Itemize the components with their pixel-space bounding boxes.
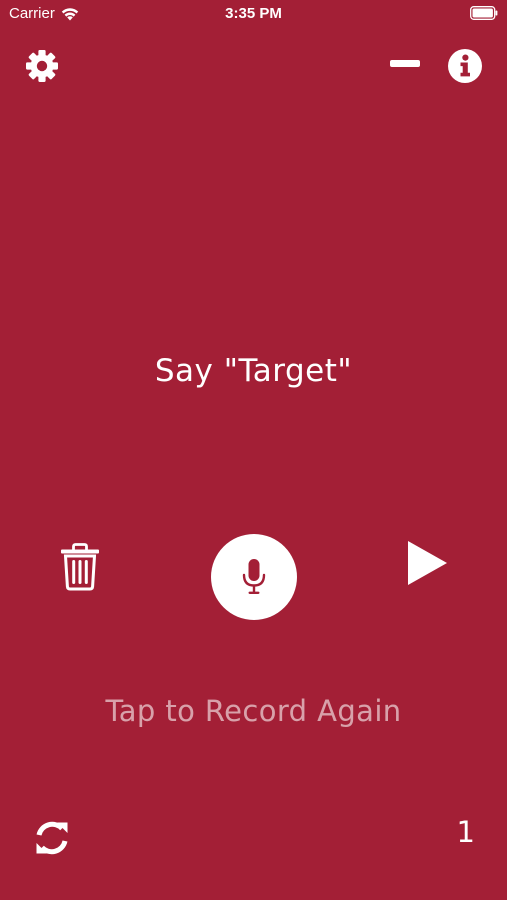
status-time: 3:35 PM	[225, 5, 282, 22]
play-icon[interactable]	[404, 538, 450, 588]
record-button[interactable]	[211, 534, 297, 620]
attempt-counter: 1	[456, 815, 475, 849]
trash-icon[interactable]	[59, 543, 101, 591]
app-screen: Carrier 3:35 PM Say "Target" Tap to Reco…	[0, 0, 507, 900]
prompt-text: Say "Target"	[154, 353, 353, 389]
battery-icon	[470, 6, 498, 20]
microphone-icon	[242, 559, 266, 594]
info-circle-icon[interactable]	[447, 48, 483, 84]
status-bar: Carrier 3:35 PM	[0, 0, 507, 28]
refresh-icon[interactable]	[33, 819, 71, 857]
gear-icon[interactable]	[24, 48, 60, 84]
record-again-hint[interactable]: Tap to Record Again	[0, 694, 507, 728]
minus-icon[interactable]	[388, 52, 422, 76]
